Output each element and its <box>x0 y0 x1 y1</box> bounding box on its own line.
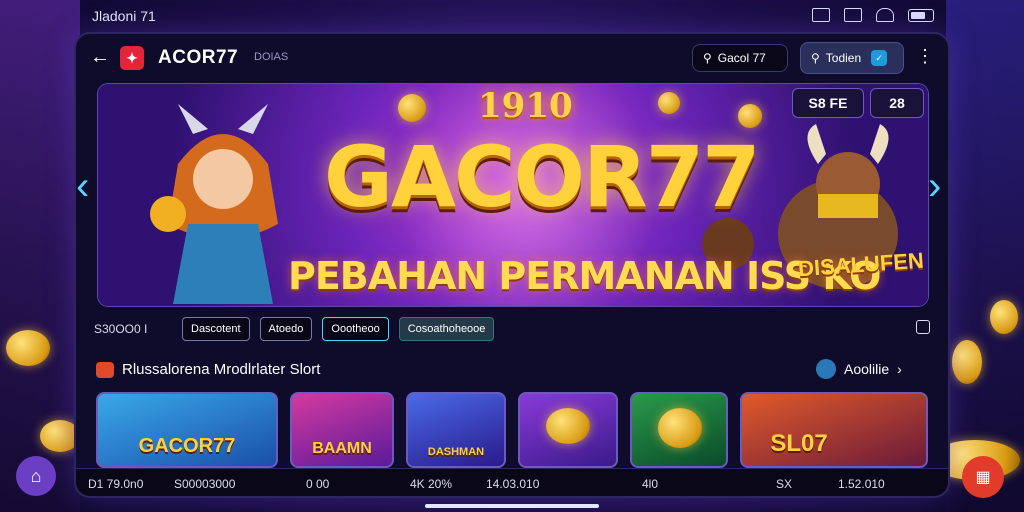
coin-decor <box>40 420 80 452</box>
filter-chip[interactable]: Oootheoo <box>322 317 389 341</box>
coin-decor <box>6 330 50 366</box>
app-window: ← ✦ ACOR77 DOIAS ⚲ Gacol 77 ⚲ Todien ✓ ⋮ <box>76 34 948 496</box>
home-icon: ⌂ <box>30 465 42 486</box>
game-card[interactable]: GACOR77 <box>96 392 278 468</box>
game-card-label: DASHMAN <box>427 446 485 458</box>
status-icons <box>812 8 934 22</box>
game-card[interactable] <box>518 392 618 468</box>
app-logo-icon: ✦ <box>120 46 144 70</box>
footer-stat: S00003000 <box>174 477 236 491</box>
coin-icon <box>738 104 762 128</box>
banner-subtitle: PEBAHAN PERMANAN ISS KO <box>288 254 881 298</box>
see-all-link[interactable]: Aoolilie › <box>816 359 902 379</box>
chevron-right-icon: › <box>897 361 902 377</box>
app-subtitle: DOIAS <box>254 51 289 63</box>
hero-character-left <box>150 104 278 304</box>
footer-stat: 1.52.010 <box>838 477 885 491</box>
filter-chip[interactable]: Dascotent <box>182 317 250 341</box>
banner-title: GACOR77 <box>324 128 761 226</box>
signal-icon <box>812 8 830 22</box>
status-time: Jladoni 71 <box>92 8 156 24</box>
fire-icon <box>96 362 114 378</box>
footer-stat: 4l0 <box>642 477 659 491</box>
game-card[interactable] <box>630 392 728 468</box>
sim-icon <box>844 8 862 22</box>
home-button[interactable]: ⌂ <box>16 456 56 496</box>
more-menu-icon[interactable]: ⋮ <box>916 46 934 67</box>
search-button[interactable]: ⚲ Gacol 77 <box>692 44 788 72</box>
banner-top-number: 1910 <box>478 86 573 126</box>
footer-stat: D1 79.0n0 <box>88 477 144 491</box>
app-bar: ← ✦ ACOR77 DOIAS ⚲ Gacol 77 ⚲ Todien ✓ ⋮ <box>76 34 948 82</box>
filter-chip[interactable]: Atoedo <box>259 317 313 341</box>
footer-stat: 0 00 <box>306 477 330 491</box>
login-button[interactable]: ⚲ Todien ✓ <box>800 42 904 74</box>
game-card[interactable]: BAAMN <box>290 392 394 468</box>
section-title: Rlussalorena Mrodlrlater Slort <box>122 361 321 378</box>
banner-badge[interactable]: 28 <box>870 88 924 118</box>
carousel-next-icon[interactable]: › <box>928 164 941 209</box>
footer-stat: SX <box>776 477 793 491</box>
menu-fab-button[interactable]: ▦ <box>962 456 1004 498</box>
home-indicator[interactable] <box>425 504 599 508</box>
coin-decor <box>952 340 982 384</box>
app-title: ACOR77 <box>158 47 239 68</box>
footer-stats-bar: D1 79.0n0 S00003000 0 00 4K 20% 14.03.01… <box>76 468 948 496</box>
search-label: Gacol 77 <box>717 51 766 65</box>
battery-icon <box>908 8 934 22</box>
game-card-label: SL07 <box>770 430 828 457</box>
carousel-prev-icon[interactable]: ‹ <box>76 164 89 209</box>
coin-icon <box>658 408 702 448</box>
search-icon: ⚲ <box>811 51 820 65</box>
globe-icon <box>816 359 836 379</box>
coin-icon <box>398 94 426 122</box>
game-card[interactable]: SL07 <box>740 392 928 468</box>
see-all-label: Aoolilie <box>844 361 890 377</box>
coin-decor <box>990 300 1018 334</box>
game-card[interactable]: DASHMAN <box>406 392 506 468</box>
coin-icon <box>546 408 590 444</box>
game-card-label: GACOR77 <box>138 435 236 457</box>
login-label: Todien <box>825 51 862 65</box>
coin-icon <box>658 92 680 114</box>
right-background-decor <box>946 0 1024 512</box>
filter-label: S30OO0 I <box>94 322 148 336</box>
wifi-icon <box>876 8 894 22</box>
footer-stat: 4K 20% <box>410 477 453 491</box>
footer-stat: 14.03.010 <box>486 477 540 491</box>
search-icon: ⚲ <box>703 51 712 65</box>
filter-chip[interactable]: Cosoathoheooe <box>398 317 495 341</box>
promo-banner[interactable]: 1910 GACOR77 PEBAHAN PERMANAN ISS KO DIS… <box>98 84 928 306</box>
game-card-label: BAAMN <box>312 440 372 457</box>
back-arrow-icon[interactable]: ← <box>90 46 110 69</box>
filter-row: S30OO0 I Dascotent Atoedo Oootheoo Cosoa… <box>94 316 934 342</box>
notification-icon: ✓ <box>871 50 888 66</box>
grid-icon: ▦ <box>975 469 991 486</box>
banner-badge[interactable]: S8 FE <box>792 88 864 118</box>
expand-icon[interactable] <box>916 320 930 334</box>
